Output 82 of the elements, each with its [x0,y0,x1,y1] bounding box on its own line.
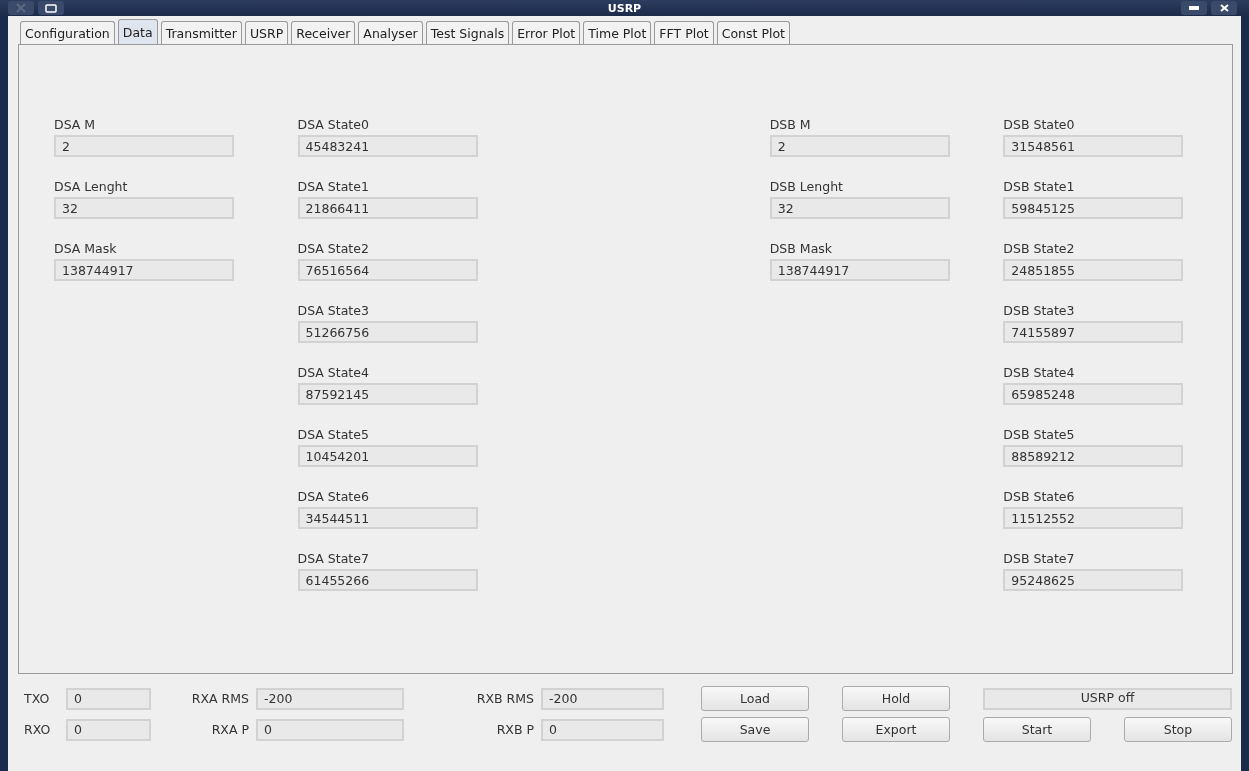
input-field[interactable]: 24851855 [1003,259,1184,281]
field-label: DSB State3 [1003,303,1076,318]
field-label: RXB P [495,722,534,737]
tab[interactable]: Configuration [20,21,115,44]
field-label: DSA State0 [297,117,370,132]
input-field[interactable]: 0 [66,718,151,741]
tab[interactable]: Analyser [358,21,423,44]
input-field[interactable]: 138744917 [769,259,950,281]
button[interactable]: Stop [1124,717,1232,742]
button[interactable]: Hold [842,686,950,711]
input-field[interactable]: 45483241 [297,135,478,157]
close-button[interactable] [1211,1,1237,15]
input-field[interactable]: 2 [769,135,950,157]
input-field[interactable]: 51266756 [297,321,478,343]
field-label: DSB State2 [1003,241,1076,256]
field-label: DSB State6 [1003,489,1076,504]
field-label: DSB Lenght [769,179,844,194]
field-label: DSB State1 [1003,179,1076,194]
tab[interactable]: Test Signals [425,21,510,44]
input-field[interactable]: 0 [256,718,404,741]
minimize-button[interactable] [1181,1,1207,15]
field-label: DSB M [769,117,812,132]
input-field[interactable]: 88589212 [1003,445,1184,467]
button[interactable]: Load [701,686,809,711]
field-label: DSA Lenght [54,179,129,194]
input-field[interactable]: 65985248 [1003,383,1184,405]
field-label: RXB RMS [475,691,534,706]
field-label: DSA State7 [297,551,370,566]
window-title: USRP [606,1,643,15]
input-field[interactable]: 61455266 [297,569,478,591]
input-field[interactable]: 10454201 [297,445,478,467]
tab[interactable]: Transmitter [160,21,242,44]
input-field[interactable]: -200 [256,687,404,710]
input-field[interactable]: 21866411 [297,197,478,219]
field-label: DSA State6 [297,489,370,504]
tab[interactable]: Receiver [291,21,356,44]
window-icon [45,3,57,13]
input-field[interactable]: 0 [66,687,151,710]
status-field: USRP off [983,687,1232,710]
field-label: RXA P [210,722,249,737]
input-field[interactable]: 138744917 [54,259,234,281]
minimize-icon [1189,6,1199,10]
input-field[interactable]: 11512552 [1003,507,1184,529]
field-label: DSA Mask [54,241,118,256]
field-label: DSA State2 [297,241,370,256]
field-label: TXO [24,691,51,706]
input-field[interactable]: 59845125 [1003,197,1184,219]
field-label: DSA State1 [297,179,370,194]
field-label: RXA RMS [190,691,249,706]
input-field[interactable]: 87592145 [297,383,478,405]
field-label: DSB State5 [1003,427,1076,442]
field-label: DSA State4 [297,365,370,380]
button[interactable]: Export [842,717,950,742]
field-label: DSA State5 [297,427,370,442]
input-field[interactable]: 31548561 [1003,135,1184,157]
input-field[interactable]: 74155897 [1003,321,1184,343]
field-label: DSB State7 [1003,551,1076,566]
x-icon [15,3,27,13]
tab[interactable]: FFT Plot [654,21,714,44]
field-label: DSB State0 [1003,117,1076,132]
tab[interactable]: Time Plot [583,21,652,44]
tab[interactable]: USRP [244,21,289,44]
input-field[interactable]: -200 [541,687,664,710]
input-field[interactable]: 34544511 [297,507,478,529]
input-field[interactable]: 32 [54,197,234,219]
button[interactable]: Start [983,717,1091,742]
input-field[interactable]: 76516564 [297,259,478,281]
input-field[interactable]: 2 [54,135,234,157]
input-field[interactable]: 95248625 [1003,569,1184,591]
button[interactable]: Save [701,717,809,742]
tab[interactable]: Error Plot [512,21,581,44]
field-label: DSB Mask [769,241,834,256]
field-label: RXO [24,722,52,737]
input-field[interactable]: 0 [541,718,664,741]
field-label: DSB State4 [1003,365,1076,380]
tab[interactable]: Data [117,19,158,44]
tab[interactable]: Const Plot [716,21,790,44]
field-label: DSA M [54,117,97,132]
field-label: DSA State3 [297,303,370,318]
close-icon [1219,4,1229,12]
input-field[interactable]: 32 [769,197,950,219]
maximize-button[interactable] [38,1,64,15]
